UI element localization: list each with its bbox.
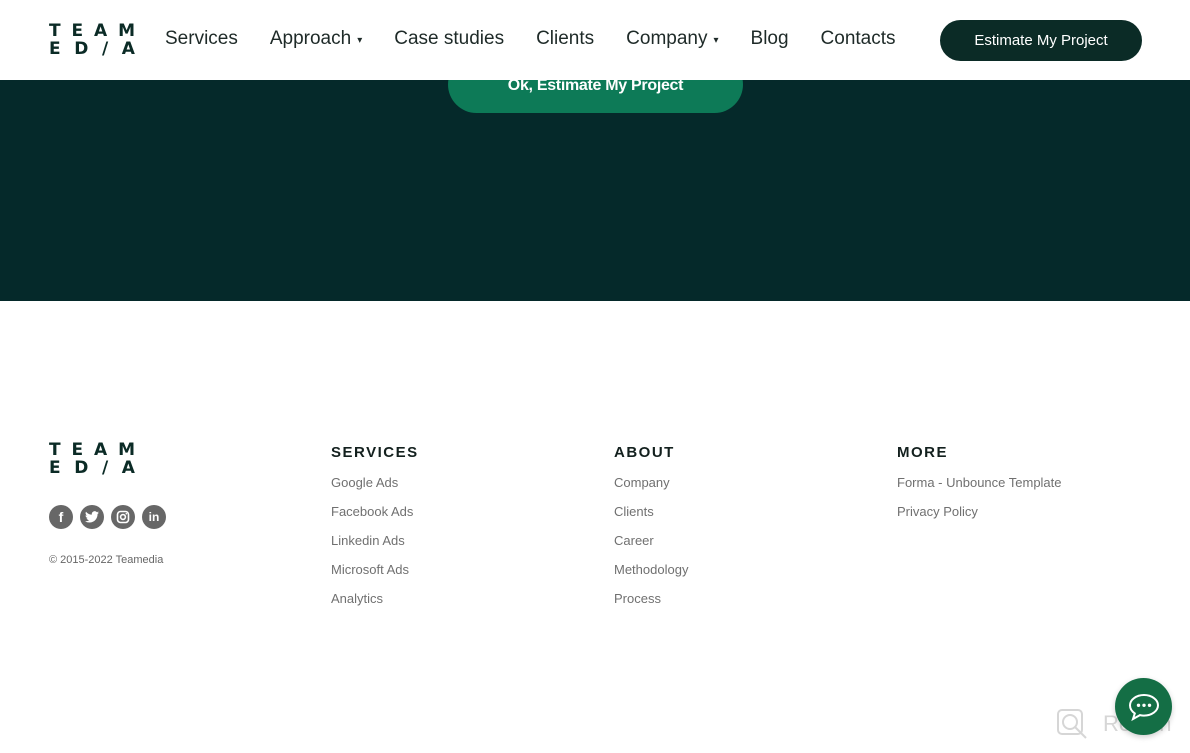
footer-link[interactable]: Clients [614,504,688,533]
footer-link[interactable]: Google Ads [331,475,419,504]
footer-link[interactable]: Forma - Unbounce Template [897,475,1062,504]
column-title: SERVICES [331,444,419,461]
nav-company[interactable]: Company ▾ [626,28,718,50]
logo-line-1: T E A M [49,22,135,40]
site-header: T E A M E D / A Services Approach ▾ Case … [0,0,1190,80]
main-nav: Services Approach ▾ Case studies Clients … [165,28,928,50]
column-title: ABOUT [614,444,675,461]
logo-letter: E [49,458,61,478]
logo-line-1: T E A M [49,441,135,459]
footer-link[interactable]: Microsoft Ads [331,562,419,591]
logo-letter: / [101,39,109,59]
twitter-icon[interactable] [80,505,104,529]
column-title: MORE [897,444,948,461]
logo-letter: / [101,458,109,478]
logo-letter: A [94,21,108,41]
nav-label: Approach [269,28,352,49]
cta-section [0,80,1190,301]
logo-letter: M [118,21,135,41]
footer-link[interactable]: Methodology [614,562,688,591]
footer-link[interactable]: Analytics [331,591,419,620]
footer-column-more: MORE Forma - Unbounce Template Privacy P… [897,444,1062,533]
nav-case-studies[interactable]: Case studies [394,28,504,50]
footer-link[interactable]: Career [614,533,688,562]
nav-approach[interactable]: Approach ▾ [270,28,362,50]
footer-column-about: ABOUT Company Clients Career Methodology… [614,444,688,620]
revain-logo-icon [1057,709,1087,739]
caret-down-icon: ▾ [713,35,719,46]
footer-link[interactable]: Facebook Ads [331,504,419,533]
linkedin-icon[interactable]: in [142,505,166,529]
logo-letter: D [74,458,89,478]
footer-link[interactable]: Linkedin Ads [331,533,419,562]
nav-services[interactable]: Services [165,28,238,50]
logo-letter: D [74,39,89,59]
estimate-project-button[interactable]: Estimate My Project [940,20,1142,61]
nav-label: Company [626,28,708,49]
facebook-icon[interactable]: f [49,505,73,529]
footer-link[interactable]: Process [614,591,688,620]
footer-column-services: SERVICES Google Ads Facebook Ads Linkedi… [331,444,419,620]
nav-label: Case studies [394,28,505,49]
instagram-icon[interactable] [111,505,135,529]
logo-letter: M [118,440,135,460]
logo-letter: A [94,440,108,460]
logo-letter: T [49,440,61,460]
nav-label: Blog [750,28,789,49]
logo-letter: A [121,39,135,59]
logo-letter: E [71,440,84,460]
logo-letter: A [121,458,135,478]
social-links: f in [49,505,173,529]
caret-down-icon: ▾ [357,35,363,46]
logo-letter: E [49,39,61,59]
nav-clients[interactable]: Clients [536,28,594,50]
nav-blog[interactable]: Blog [751,28,789,50]
copyright: © 2015-2022 Teamedia [49,554,164,566]
nav-label: Clients [536,28,595,49]
logo-line-2: E D / A [49,40,135,58]
logo-letter: T [49,21,61,41]
nav-label: Contacts [820,28,896,49]
nav-contacts[interactable]: Contacts [821,28,896,50]
footer-link[interactable]: Privacy Policy [897,504,1062,533]
logo[interactable]: T E A M E D / A [49,22,135,60]
footer-logo[interactable]: T E A M E D / A [49,441,135,479]
chat-bubble-icon [1128,693,1159,721]
logo-letter: E [71,21,84,41]
chat-button[interactable] [1115,678,1172,735]
footer-link[interactable]: Company [614,475,688,504]
logo-line-2: E D / A [49,459,135,477]
nav-label: Services [165,28,238,49]
